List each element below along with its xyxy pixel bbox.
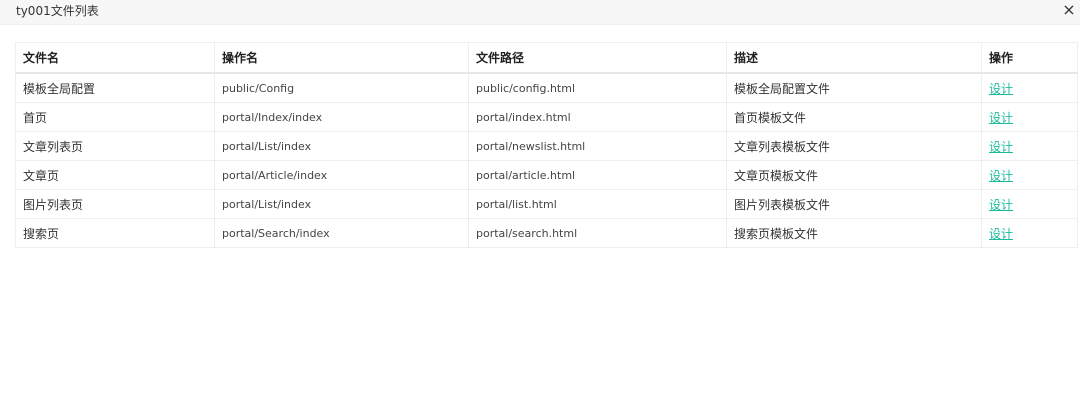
cell-action-name: portal/Search/index <box>214 218 469 248</box>
dialog-titlebar: ty001文件列表 × <box>0 0 1080 25</box>
cell-operation: 设计 <box>981 160 1078 190</box>
design-link[interactable]: 设计 <box>989 169 1013 183</box>
table-row: 模板全局配置 public/Config public/config.html … <box>15 72 1078 103</box>
cell-action-name: portal/List/index <box>214 131 469 161</box>
header-filename: 文件名 <box>15 42 215 74</box>
cell-operation: 设计 <box>981 131 1078 161</box>
cell-operation: 设计 <box>981 189 1078 219</box>
file-table-container: 文件名 操作名 文件路径 描述 操作 模板全局配置 public/Config … <box>15 42 1078 248</box>
design-link[interactable]: 设计 <box>989 227 1013 241</box>
file-table: 文件名 操作名 文件路径 描述 操作 模板全局配置 public/Config … <box>15 42 1078 248</box>
cell-file-path: portal/article.html <box>468 160 727 190</box>
file-list-dialog: ty001文件列表 × 文件名 操作名 文件路径 描述 操作 模板全局配置 pu… <box>0 0 1080 410</box>
design-link[interactable]: 设计 <box>989 82 1013 96</box>
cell-description: 文章列表模板文件 <box>726 131 982 161</box>
header-action-name: 操作名 <box>214 42 469 74</box>
table-row: 搜索页 portal/Search/index portal/search.ht… <box>15 218 1078 248</box>
design-link[interactable]: 设计 <box>989 111 1013 125</box>
cell-file-path: public/config.html <box>468 72 727 103</box>
cell-description: 图片列表模板文件 <box>726 189 982 219</box>
cell-description: 模板全局配置文件 <box>726 72 982 103</box>
cell-file-path: portal/index.html <box>468 102 727 132</box>
cell-filename: 文章列表页 <box>15 131 215 161</box>
cell-action-name: portal/Index/index <box>214 102 469 132</box>
design-link[interactable]: 设计 <box>989 140 1013 154</box>
design-link[interactable]: 设计 <box>989 198 1013 212</box>
dialog-title: ty001文件列表 <box>16 4 99 18</box>
cell-filename: 搜索页 <box>15 218 215 248</box>
cell-file-path: portal/search.html <box>468 218 727 248</box>
header-file-path: 文件路径 <box>468 42 727 74</box>
cell-filename: 首页 <box>15 102 215 132</box>
close-icon[interactable]: × <box>1058 1 1080 21</box>
table-row: 文章页 portal/Article/index portal/article.… <box>15 160 1078 190</box>
cell-operation: 设计 <box>981 218 1078 248</box>
cell-description: 首页模板文件 <box>726 102 982 132</box>
cell-action-name: portal/List/index <box>214 189 469 219</box>
cell-operation: 设计 <box>981 102 1078 132</box>
cell-file-path: portal/list.html <box>468 189 727 219</box>
cell-file-path: portal/newslist.html <box>468 131 727 161</box>
table-row: 文章列表页 portal/List/index portal/newslist.… <box>15 131 1078 161</box>
header-operation: 操作 <box>981 42 1078 74</box>
cell-filename: 文章页 <box>15 160 215 190</box>
cell-filename: 图片列表页 <box>15 189 215 219</box>
cell-action-name: portal/Article/index <box>214 160 469 190</box>
cell-operation: 设计 <box>981 72 1078 103</box>
cell-description: 搜索页模板文件 <box>726 218 982 248</box>
table-row: 首页 portal/Index/index portal/index.html … <box>15 102 1078 132</box>
cell-action-name: public/Config <box>214 72 469 103</box>
cell-description: 文章页模板文件 <box>726 160 982 190</box>
header-description: 描述 <box>726 42 982 74</box>
cell-filename: 模板全局配置 <box>15 72 215 103</box>
table-header-row: 文件名 操作名 文件路径 描述 操作 <box>15 42 1078 74</box>
table-row: 图片列表页 portal/List/index portal/list.html… <box>15 189 1078 219</box>
